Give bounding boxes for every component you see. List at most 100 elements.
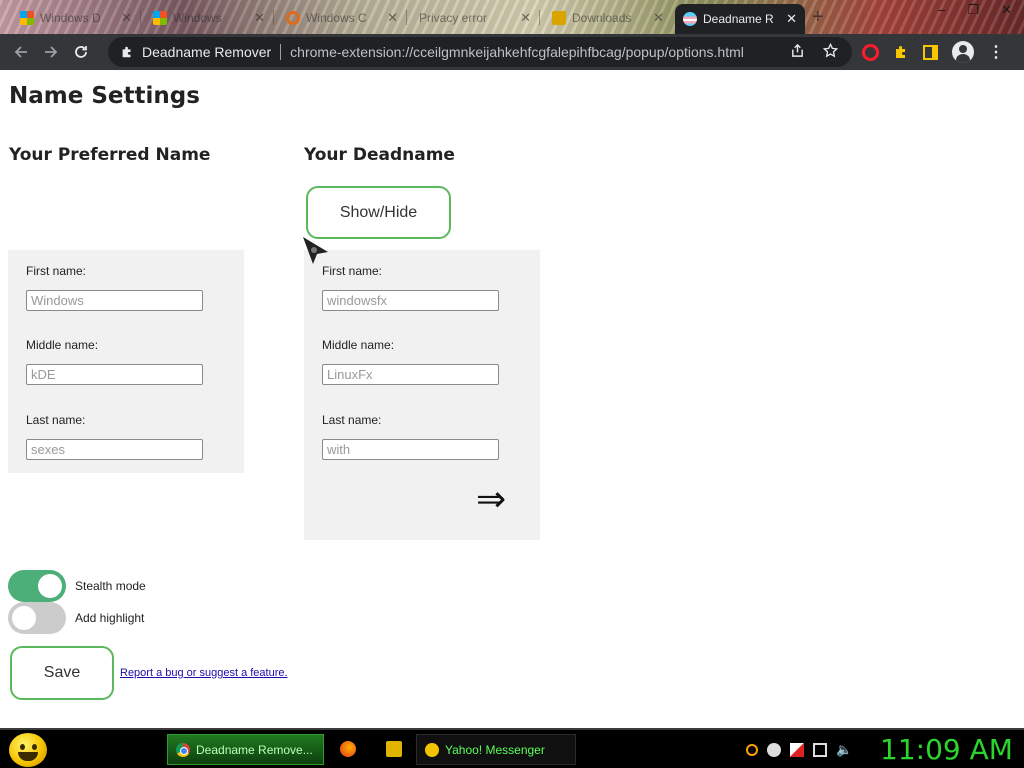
preferred-first-name-label: First name: (26, 264, 87, 278)
extensions-icon[interactable] (893, 44, 909, 60)
close-icon[interactable]: ✕ (653, 10, 664, 26)
show-hide-button[interactable]: Show/Hide (306, 186, 451, 239)
tab-title: Deadname R (703, 12, 774, 26)
new-tab-button[interactable]: + (812, 6, 824, 29)
toolbar-extensions: ⋮ (862, 38, 1004, 66)
action-center-flag-icon[interactable] (790, 743, 804, 757)
window-controls: – ❐ ✕ (938, 2, 1012, 18)
arrow-left-icon (14, 46, 27, 58)
page-title: Name Settings (9, 83, 200, 109)
tab-deadname-remover[interactable]: Deadname R ✕ (675, 4, 805, 34)
tab-separator (140, 10, 141, 25)
volume-icon[interactable]: 🔈 (836, 742, 852, 758)
options-page: Name Settings Your Preferred Name Your D… (0, 70, 1024, 728)
side-panel-icon[interactable] (923, 44, 938, 60)
start-smiley-button[interactable] (9, 733, 47, 767)
tab-title: Privacy error (419, 10, 488, 25)
preferred-name-panel: First name: Windows Middle name: kDE Las… (8, 250, 244, 473)
mouse-cursor-icon (303, 237, 328, 264)
close-window-button[interactable]: ✕ (1001, 2, 1012, 18)
deadname-panel: First name: windowsfx Middle name: Linux… (304, 250, 540, 540)
messenger-status-icon[interactable] (767, 743, 781, 757)
tab-title: Windows (173, 10, 222, 25)
close-icon[interactable]: ✕ (786, 11, 797, 27)
arrow-right-icon (45, 46, 58, 58)
deadname-heading: Your Deadname (304, 145, 455, 165)
brave-icon (286, 10, 300, 25)
toggle-knob (38, 574, 62, 598)
save-button[interactable]: Save (10, 646, 114, 700)
profile-avatar-icon[interactable] (952, 41, 974, 63)
windows-icon (20, 10, 34, 25)
address-divider (280, 44, 282, 60)
taskbar: Deadname Remove... Yahoo! Messenger 🔈 11… (0, 728, 1024, 768)
address-bar-actions (790, 43, 838, 58)
search-icon[interactable] (746, 744, 758, 756)
browser-tab-strip: Windows D ✕ Windows ✕ Windows C ✕ Privac… (0, 0, 1024, 34)
deadname-last-name-input[interactable]: with (322, 439, 499, 460)
deadname-first-name-label: First name: (322, 264, 383, 278)
tab-windows-d[interactable]: Windows D ✕ (12, 5, 141, 30)
preferred-middle-name-label: Middle name: (26, 338, 99, 352)
url-text[interactable]: chrome-extension://cceilgmnkeijahkehfcgf… (290, 44, 744, 60)
download-icon (552, 10, 566, 25)
taskbar-item-yahoo-messenger[interactable]: Yahoo! Messenger (416, 734, 576, 765)
site-name: Deadname Remover (142, 44, 272, 60)
chrome-icon (176, 742, 190, 757)
preferred-middle-name-input[interactable]: kDE (26, 364, 203, 385)
stealth-mode-toggle[interactable] (8, 570, 66, 602)
tab-separator (539, 10, 540, 25)
deadname-middle-name-input[interactable]: LinuxFx (322, 364, 499, 385)
tab-windows-c[interactable]: Windows C ✕ (278, 5, 407, 30)
taskbar-clock[interactable]: 11:09 AM (880, 733, 1013, 766)
preferred-last-name-input[interactable]: sexes (26, 439, 203, 460)
system-tray: 🔈 (746, 742, 852, 758)
tab-title: Windows C (306, 10, 367, 25)
toggle-knob (12, 606, 36, 630)
deadname-first-name-input[interactable]: windowsfx (322, 290, 499, 311)
yahoo-smiley-icon (425, 742, 439, 757)
reload-button[interactable] (66, 37, 96, 67)
close-icon[interactable]: ✕ (121, 10, 132, 26)
minimize-button[interactable]: – (938, 2, 945, 18)
add-highlight-toggle[interactable] (8, 602, 66, 634)
browser-toolbar: Deadname Remover chrome-extension://ccei… (0, 34, 1024, 70)
firefox-icon[interactable] (340, 741, 356, 757)
tab-title: Downloads (572, 10, 632, 25)
taskbar-item-label: Deadname Remove... (196, 742, 313, 757)
stealth-mode-row: Stealth mode (8, 570, 146, 602)
windows-icon (153, 10, 167, 25)
preferred-last-name-label: Last name: (26, 413, 86, 427)
back-button[interactable] (6, 37, 36, 67)
preferred-name-heading: Your Preferred Name (9, 145, 211, 165)
taskbar-item-label: Yahoo! Messenger (445, 742, 545, 757)
network-icon[interactable] (813, 743, 827, 757)
deadname-middle-name-label: Middle name: (322, 338, 395, 352)
add-highlight-row: Add highlight (8, 602, 144, 634)
menu-kebab-icon[interactable]: ⋮ (988, 42, 1004, 62)
close-icon[interactable]: ✕ (254, 10, 265, 26)
star-icon[interactable] (823, 43, 838, 58)
deadname-last-name-label: Last name: (322, 413, 382, 427)
opera-icon[interactable] (862, 43, 879, 61)
close-icon[interactable]: ✕ (520, 10, 531, 26)
double-arrow-icon: ⇒ (476, 479, 507, 520)
reload-icon (75, 46, 87, 58)
close-icon[interactable]: ✕ (387, 10, 398, 26)
address-bar[interactable]: Deadname Remover chrome-extension://ccei… (108, 37, 852, 67)
maximize-button[interactable]: ❐ (967, 2, 979, 18)
puzzle-icon (122, 46, 131, 58)
tab-privacy-error[interactable]: Privacy error ✕ (411, 5, 540, 30)
share-icon[interactable] (790, 43, 805, 58)
tab-downloads[interactable]: Downloads ✕ (544, 5, 672, 30)
tab-windows[interactable]: Windows ✕ (145, 5, 274, 30)
preferred-first-name-input[interactable]: Windows (26, 290, 203, 311)
taskbar-item-chrome[interactable]: Deadname Remove... (167, 734, 324, 765)
add-highlight-label: Add highlight (75, 611, 145, 625)
folder-icon[interactable] (386, 741, 402, 757)
report-bug-link[interactable]: Report a bug or suggest a feature. (120, 667, 288, 679)
tab-separator (273, 10, 274, 25)
forward-button[interactable] (36, 37, 66, 67)
stealth-mode-label: Stealth mode (75, 579, 146, 593)
tab-title: Windows D (40, 10, 101, 25)
